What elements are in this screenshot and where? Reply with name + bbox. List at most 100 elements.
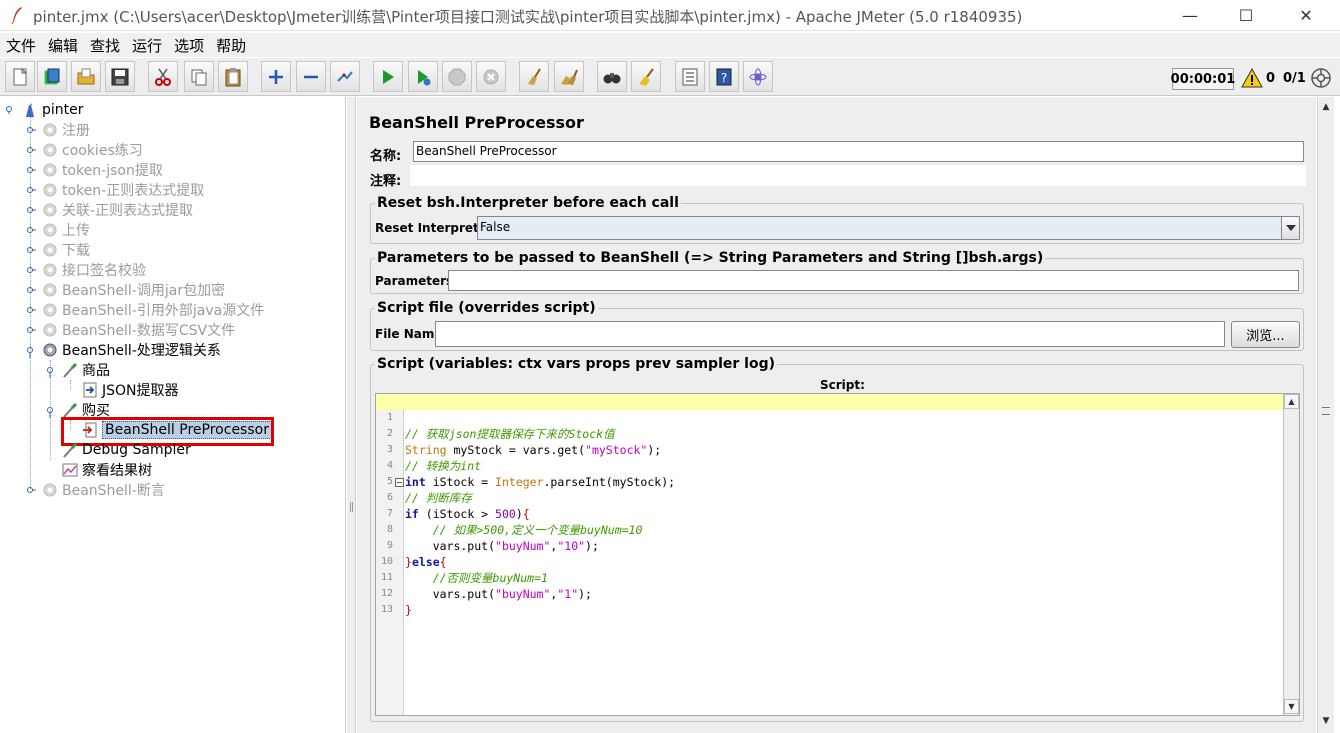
tree-item-sampler[interactable]: 商品 <box>46 360 110 380</box>
shutdown-button[interactable] <box>476 61 506 92</box>
fold-collapse-icon[interactable]: − <box>395 478 404 487</box>
post-processor-icon <box>83 382 97 398</box>
save-button[interactable] <box>105 61 135 92</box>
expand-handle-icon[interactable] <box>26 482 36 498</box>
copy-button[interactable] <box>184 61 214 92</box>
expand-handle-icon[interactable] <box>26 322 36 338</box>
log-viewer-button[interactable] <box>743 61 773 92</box>
code-line: 6 if (iStock > 500){ <box>386 492 530 521</box>
tree-item-label: token-json提取 <box>62 163 163 179</box>
warning-icon[interactable] <box>1241 68 1263 88</box>
pipette-icon <box>63 362 78 378</box>
collapse-icon <box>304 75 318 78</box>
menu-file[interactable]: 文件 <box>0 35 42 56</box>
tree-item-view-results-tree[interactable]: 察看结果树 <box>62 460 152 480</box>
scroll-down-icon[interactable]: ▼ <box>1318 713 1334 729</box>
toggle-button[interactable] <box>330 61 360 92</box>
clear-button[interactable] <box>519 61 549 92</box>
active-threads-count: 0/1 <box>1283 71 1306 86</box>
panel-vertical-scrollbar[interactable]: ▲ ▼ <box>1317 97 1334 733</box>
scroll-up-icon[interactable]: ▲ <box>1284 394 1299 409</box>
start-button[interactable] <box>373 61 403 92</box>
parameters-field[interactable] <box>448 270 1299 291</box>
tree-item-json-extractor[interactable]: JSON提取器 <box>82 380 179 400</box>
tree-item-thread-group[interactable]: BeanShell-处理逻辑关系 <box>26 340 221 360</box>
tree-item-thread-group[interactable]: token-json提取 <box>26 160 163 180</box>
file-name-field[interactable] <box>435 321 1225 347</box>
help-button[interactable]: ? <box>709 61 739 92</box>
tree-root-row[interactable]: pinter <box>6 100 84 120</box>
function-helper-button[interactable] <box>675 61 705 92</box>
expand-handle-icon[interactable] <box>26 282 36 298</box>
close-button[interactable]: ✕ <box>1278 0 1334 31</box>
code-line: 11 vars.put("buyNum","1"); <box>380 572 592 601</box>
expand-handle-icon[interactable] <box>46 402 56 418</box>
tree-item-thread-group[interactable]: 接口签名校验 <box>26 260 146 280</box>
expand-handle-icon[interactable] <box>26 182 36 198</box>
comment-field[interactable] <box>410 165 1306 186</box>
expand-handle-icon[interactable] <box>26 262 36 278</box>
menu-help[interactable]: 帮助 <box>210 35 252 56</box>
editor-vertical-scrollbar[interactable]: ▲ ▼ <box>1283 394 1299 715</box>
expand-handle-icon[interactable] <box>26 202 36 218</box>
start-no-pauses-button[interactable] <box>408 61 438 92</box>
chevron-down-icon[interactable] <box>1281 217 1299 239</box>
scroll-up-icon[interactable]: ▲ <box>1318 99 1334 115</box>
minimize-button[interactable]: — <box>1162 0 1218 31</box>
cut-button[interactable] <box>148 61 178 92</box>
expand-handle-icon[interactable] <box>26 162 36 178</box>
expand-all-button[interactable] <box>261 61 291 92</box>
clear-all-button[interactable] <box>554 61 584 92</box>
script-editor[interactable]: 1 // 获取json提取器保存下来的Stock值 2 String mySto… <box>375 393 1300 716</box>
tree-item-label: token-正则表达式提取 <box>62 183 205 199</box>
tree-item-thread-group[interactable]: BeanShell-调用jar包加密 <box>26 280 225 300</box>
expand-handle-icon[interactable] <box>26 302 36 318</box>
name-label: 名称: <box>370 149 402 164</box>
stop-button[interactable] <box>442 61 472 92</box>
tree-item-thread-group[interactable]: 下载 <box>26 240 90 260</box>
split-pane-divider[interactable] <box>347 97 356 733</box>
gear-icon <box>43 483 57 497</box>
search-button[interactable] <box>597 61 627 92</box>
tree-item-label: 下载 <box>62 243 90 259</box>
tree-item-label: 察看结果树 <box>82 463 152 479</box>
expand-handle-icon[interactable] <box>26 242 36 258</box>
expand-handle-icon[interactable] <box>26 122 36 138</box>
menu-options[interactable]: 选项 <box>168 35 210 56</box>
tree-item-thread-group[interactable]: 注册 <box>26 120 90 140</box>
reset-search-button[interactable] <box>631 61 661 92</box>
code-line: 10 //否则变量buyNum=1 <box>380 556 548 585</box>
code-line: 3 // 转换为int <box>386 444 482 473</box>
collapse-all-button[interactable] <box>296 61 326 92</box>
browse-button[interactable]: 浏览... <box>1231 321 1300 348</box>
tree-item-thread-group[interactable]: 关联-正则表达式提取 <box>26 200 193 220</box>
expand-handle-icon[interactable] <box>46 362 56 378</box>
expand-handle-icon[interactable] <box>26 222 36 238</box>
scroll-down-icon[interactable]: ▼ <box>1284 699 1299 714</box>
maximize-button[interactable]: ☐ <box>1218 0 1274 31</box>
tree-item-thread-group[interactable]: BeanShell-断言 <box>26 480 165 500</box>
tree-item-thread-group[interactable]: BeanShell-数据写CSV文件 <box>26 320 235 340</box>
tree-item-label: JSON提取器 <box>102 383 179 399</box>
tree-item-thread-group[interactable]: 上传 <box>26 220 90 240</box>
tree-item-label: BeanShell-引用外部java源文件 <box>62 303 265 319</box>
templates-button[interactable] <box>37 61 67 92</box>
menu-run[interactable]: 运行 <box>126 35 168 56</box>
menu-search[interactable]: 查找 <box>84 35 126 56</box>
expand-handle-icon[interactable] <box>6 106 14 114</box>
new-icon <box>13 67 28 85</box>
tree-item-thread-group[interactable]: BeanShell-引用外部java源文件 <box>26 300 264 320</box>
pipette-icon <box>63 442 78 458</box>
new-button[interactable] <box>5 61 35 92</box>
paste-button[interactable] <box>218 61 248 92</box>
open-button[interactable] <box>71 61 101 92</box>
expand-handle-icon[interactable] <box>26 142 36 158</box>
tree-item-label: Debug Sampler <box>82 442 191 458</box>
tree-item-debug-sampler[interactable]: Debug Sampler <box>62 440 191 460</box>
expand-handle-icon[interactable] <box>26 342 36 358</box>
tree-item-thread-group[interactable]: token-正则表达式提取 <box>26 180 204 200</box>
reset-interpreter-select[interactable]: False <box>477 216 1300 240</box>
name-field[interactable]: BeanShell PreProcessor <box>413 141 1304 162</box>
menu-edit[interactable]: 编辑 <box>42 35 84 56</box>
tree-item-thread-group[interactable]: cookies练习 <box>26 140 143 160</box>
